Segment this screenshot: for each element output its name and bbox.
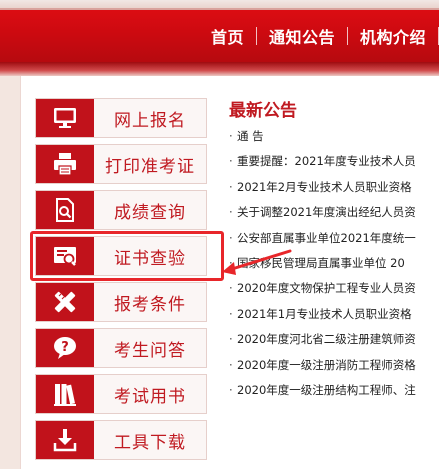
- sidebar-item-label: 考生问答: [114, 340, 186, 361]
- list-item[interactable]: · 公安部直属事业单位2021年度统一: [229, 226, 439, 251]
- news-link[interactable]: 2021年1月专业技术人员职业资格: [237, 307, 412, 321]
- sidebar-item-label: 网上报名: [114, 110, 186, 131]
- nav-item-about[interactable]: 机构介绍: [348, 24, 438, 48]
- list-item[interactable]: · 2020年度文物保护工程专业人员资: [229, 276, 439, 301]
- bullet: ·: [229, 205, 233, 220]
- list-item[interactable]: · 2021年1月专业技术人员职业资格: [229, 302, 439, 327]
- list-item[interactable]: · 2020年度一级注册结构工程师、注: [229, 378, 439, 403]
- news-link[interactable]: 通 告: [237, 129, 264, 143]
- sidebar-item-candidate-qa[interactable]: ? 考生问答: [35, 328, 207, 368]
- news-link[interactable]: 2020年度文物保护工程专业人员资: [237, 281, 416, 295]
- sidebar-item-label: 报考条件: [114, 294, 186, 315]
- books-icon: [36, 375, 94, 413]
- pencil-ruler-icon: [36, 283, 94, 321]
- bullet: ·: [229, 332, 233, 347]
- download-icon: [36, 421, 94, 459]
- bullet: ·: [229, 255, 233, 270]
- sidebar-item-label: 工具下载: [114, 432, 186, 453]
- header-shadow: [0, 62, 439, 76]
- news-link[interactable]: 2020年度一级注册结构工程师、注: [237, 383, 416, 397]
- bullet: ·: [229, 154, 233, 169]
- bullet: ·: [229, 281, 233, 296]
- bullet: ·: [229, 129, 233, 143]
- sidebar-item-tool-download[interactable]: 工具下载: [35, 420, 207, 460]
- section-title: 最新公告: [229, 101, 297, 121]
- certificate-search-icon: [36, 237, 94, 275]
- main-nav: 首页 通知公告 机构介绍: [199, 10, 439, 62]
- content-panel: 网上报名 打印准考证 成绩查询 证书查验 报考条件 ? 考生问答 考试用书 工具…: [20, 76, 439, 469]
- question-bubble-icon: ?: [36, 329, 94, 367]
- sidebar-item-label: 成绩查询: [114, 202, 186, 223]
- sidebar-item-registration-requirements[interactable]: 报考条件: [35, 282, 207, 322]
- sidebar-item-online-registration[interactable]: 网上报名: [35, 98, 207, 138]
- header-bar: 首页 通知公告 机构介绍: [0, 0, 439, 62]
- list-item[interactable]: · 2021年2月专业技术人员职业资格: [229, 175, 439, 200]
- news-link[interactable]: 关于调整2021年度演出经纪人员资: [237, 205, 416, 219]
- list-item[interactable]: · 2020年度河北省二级注册建筑师资: [229, 327, 439, 352]
- quick-links-sidebar: 网上报名 打印准考证 成绩查询 证书查验 报考条件 ? 考生问答 考试用书 工具…: [30, 98, 224, 466]
- nav-item-notices[interactable]: 通知公告: [257, 24, 347, 48]
- latest-notices-panel: 最新公告 · 通 告 · 重要提醒：2021年度专业技术人员 · 2021年2月专业技…: [229, 98, 439, 403]
- news-link[interactable]: 国家移民管理局直属事业单位 20: [237, 256, 405, 270]
- bullet: ·: [229, 179, 233, 194]
- svg-text:?: ?: [61, 340, 69, 355]
- sidebar-item-label: 证书查验: [114, 248, 186, 269]
- nav-item-home[interactable]: 首页: [199, 24, 256, 48]
- sidebar-item-certificate-verification[interactable]: 证书查验: [30, 231, 224, 281]
- document-search-icon: [36, 191, 94, 229]
- news-link[interactable]: 2021年2月专业技术人员职业资格: [237, 180, 412, 194]
- list-item[interactable]: · 国家移民管理局直属事业单位 20: [229, 251, 439, 276]
- bullet: ·: [229, 306, 233, 321]
- sidebar-item-score-inquiry[interactable]: 成绩查询: [35, 190, 207, 230]
- news-link[interactable]: 2020年度河北省二级注册建筑师资: [237, 332, 416, 346]
- sidebar-item-print-admission-ticket[interactable]: 打印准考证: [35, 144, 207, 184]
- news-link[interactable]: 重要提醒：2021年度专业技术人员: [237, 154, 416, 168]
- news-link[interactable]: 公安部直属事业单位2021年度统一: [237, 231, 416, 245]
- bullet: ·: [229, 230, 233, 245]
- news-list: · 通 告 · 重要提醒：2021年度专业技术人员 · 2021年2月专业技术人员职业…: [229, 124, 439, 403]
- list-item[interactable]: · 2020年度一级注册消防工程师资格: [229, 353, 439, 378]
- printer-icon: [36, 145, 94, 183]
- header-top-strip: [0, 0, 439, 10]
- monitor-icon: [36, 99, 94, 137]
- sidebar-item-label: 考试用书: [114, 386, 186, 407]
- bullet: ·: [229, 357, 233, 372]
- page: 首页 通知公告 机构介绍 网上报名 打印准考证 成绩查询 证书查验 报考条件 ?…: [0, 0, 439, 469]
- bullet: ·: [229, 382, 233, 397]
- sidebar-item-label: 打印准考证: [105, 156, 195, 177]
- list-item[interactable]: · 关于调整2021年度演出经纪人员资: [229, 200, 439, 225]
- list-item[interactable]: · 通 告: [229, 124, 439, 149]
- sidebar-item-exam-books[interactable]: 考试用书: [35, 374, 207, 414]
- list-item[interactable]: · 重要提醒：2021年度专业技术人员: [229, 149, 439, 174]
- news-link[interactable]: 2020年度一级注册消防工程师资格: [237, 358, 416, 372]
